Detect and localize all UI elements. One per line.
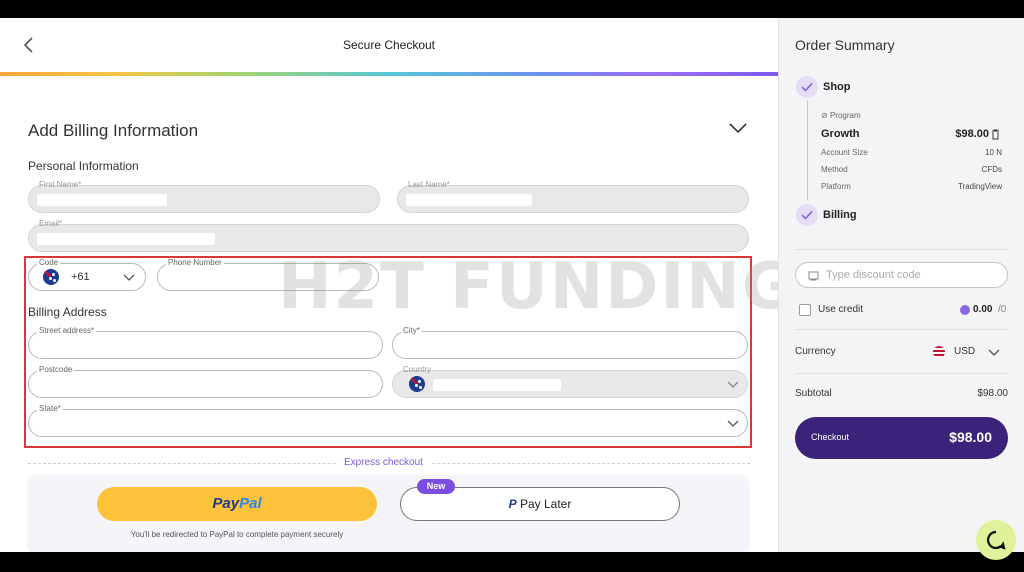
method-value: CFDs [981, 165, 1002, 174]
program-price: $98.00 [955, 128, 989, 140]
use-credit-label: Use credit [818, 304, 864, 315]
email-label: Email* [39, 219, 63, 228]
platform-label: Platform [821, 182, 851, 191]
billing-panel: Secure Checkout Add Billing Information … [0, 18, 778, 552]
divider [795, 329, 1009, 330]
step-shop-label: Shop [823, 81, 851, 93]
account-size-label: Account Size [821, 148, 868, 157]
page-title: Secure Checkout [342, 38, 436, 52]
step-connector [807, 100, 808, 200]
checkout-button[interactable]: Checkout $98.00 [795, 417, 1008, 459]
currency-label: Currency [795, 346, 836, 357]
redacted-value [406, 194, 532, 206]
chevron-down-icon[interactable] [728, 121, 748, 135]
checkout-label: Checkout [811, 432, 850, 442]
check-circle-icon: ⊘ [821, 111, 828, 120]
personal-info-heading: Personal Information [28, 159, 139, 173]
tag-icon [808, 271, 819, 281]
step-billing-label: Billing [823, 209, 857, 221]
program-label: ⊘ Program [821, 111, 861, 120]
first-name-label: First Name* [39, 180, 82, 189]
top-bar: Secure Checkout [0, 18, 778, 74]
credit-coin-icon [960, 305, 970, 315]
platform-value: TradingView [957, 182, 1002, 191]
subtotal-label: Subtotal [795, 388, 832, 399]
pay-later-label: Pay Later [519, 497, 572, 511]
currency-value: USD [954, 346, 976, 357]
divider [795, 373, 1009, 374]
program-name: Growth [821, 128, 860, 140]
new-badge: New [417, 479, 455, 494]
paypal-logo-part1: Pay [212, 495, 240, 512]
use-credit-checkbox[interactable] [799, 304, 811, 316]
express-checkout-label: Express checkout [336, 457, 431, 468]
subtotal-value: $98.00 [977, 388, 1008, 399]
section-title: Add Billing Information [28, 121, 199, 140]
order-summary-title: Order Summary [795, 37, 895, 53]
chat-bubble-icon [987, 530, 1006, 550]
paypal-p-icon: P [508, 497, 517, 511]
order-summary-panel: Order Summary Shop ⊘ Program Growth $98.… [778, 18, 1024, 552]
credit-amount: 0.00 [973, 304, 993, 315]
divider [795, 249, 1009, 250]
redacted-value [37, 233, 215, 245]
first-name-field[interactable]: First Name* [28, 180, 380, 213]
us-flag-icon [933, 346, 945, 358]
trash-icon[interactable] [991, 129, 1000, 140]
last-name-field[interactable]: Last Name* [397, 180, 749, 213]
currency-select[interactable]: USD [933, 345, 1005, 361]
account-size-value: 10 N [985, 148, 1002, 157]
discount-code-input[interactable]: Type discount code [795, 262, 1008, 288]
redirect-note: You'll be redirected to PayPal to comple… [130, 530, 344, 539]
paypal-logo-part2: Pal [239, 495, 262, 512]
method-label: Method [821, 165, 848, 174]
chat-support-button[interactable] [976, 520, 1016, 560]
watermark-text: H2T FUNDING [278, 250, 778, 324]
checkout-amount: $98.00 [949, 429, 992, 445]
last-name-label: Last Name* [408, 180, 450, 189]
redacted-value [37, 194, 167, 206]
credit-suffix: /0 [998, 304, 1007, 315]
chevron-down-icon [988, 349, 1000, 356]
email-field[interactable]: Email* [28, 219, 749, 252]
checkout-window: Secure Checkout Add Billing Information … [0, 18, 1024, 560]
discount-placeholder: Type discount code [826, 269, 921, 281]
rainbow-divider [0, 72, 778, 76]
paypal-button[interactable]: PayPal [97, 487, 377, 521]
billing-step-check-icon [796, 204, 818, 226]
shop-step-check-icon [796, 76, 818, 98]
